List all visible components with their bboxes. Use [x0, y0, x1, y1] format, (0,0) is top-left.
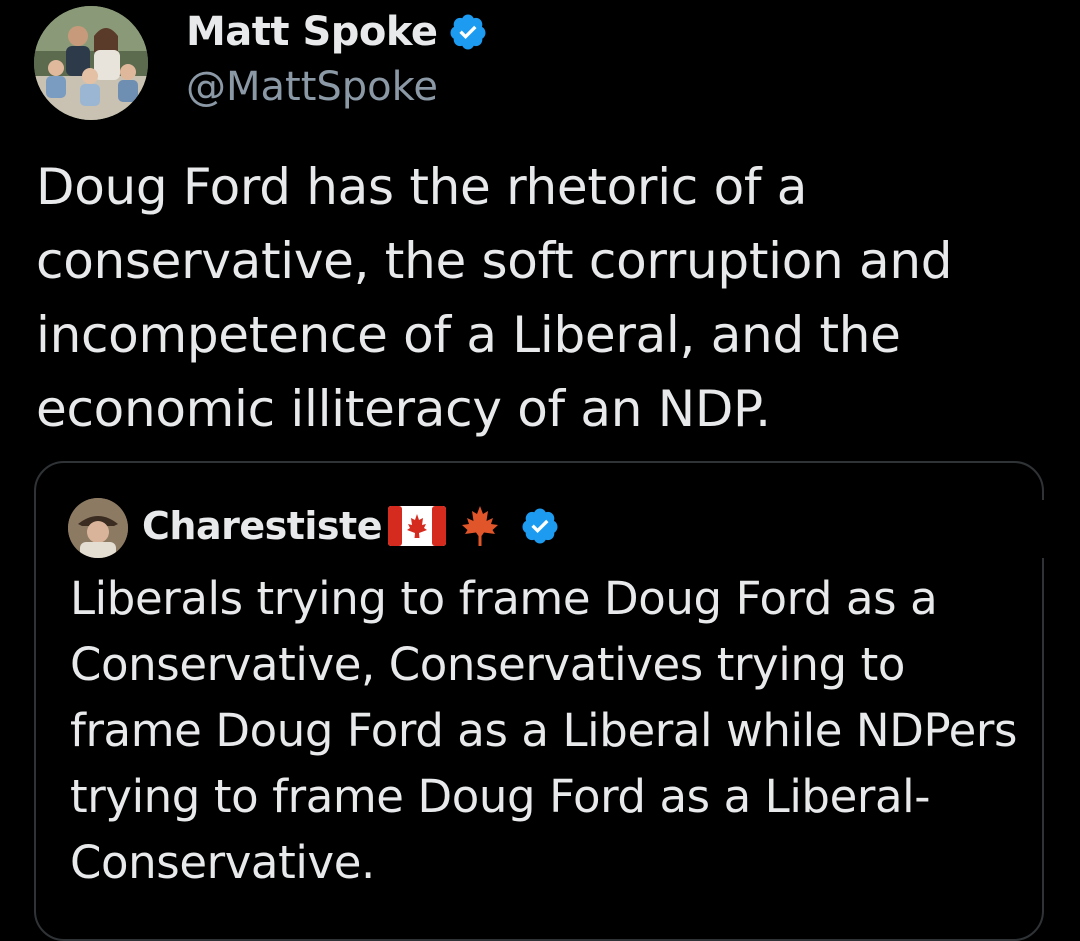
author-name-row[interactable]: Matt Spoke — [186, 4, 488, 60]
author-name[interactable]: Matt Spoke — [186, 9, 438, 55]
verified-badge-icon — [522, 508, 558, 544]
quoted-author-row[interactable]: Charestiste — [142, 498, 560, 554]
author-handle[interactable]: @MattSpoke — [186, 64, 438, 110]
quoted-tweet-text: Liberals trying to frame Doug Ford as a … — [70, 572, 1018, 889]
canada-flag-icon — [387, 506, 446, 546]
maple-leaf-icon — [461, 506, 498, 546]
verified-badge-icon — [450, 14, 486, 50]
redacted-area — [610, 500, 1080, 558]
quoted-author-avatar[interactable] — [68, 498, 128, 558]
family-photo-avatar — [34, 6, 148, 120]
author-avatar[interactable] — [34, 6, 148, 120]
person-photo-avatar — [68, 498, 128, 558]
tweet-text: Doug Ford has the rhetoric of a conserva… — [36, 158, 953, 438]
quoted-author-name[interactable]: Charestiste — [142, 504, 382, 548]
